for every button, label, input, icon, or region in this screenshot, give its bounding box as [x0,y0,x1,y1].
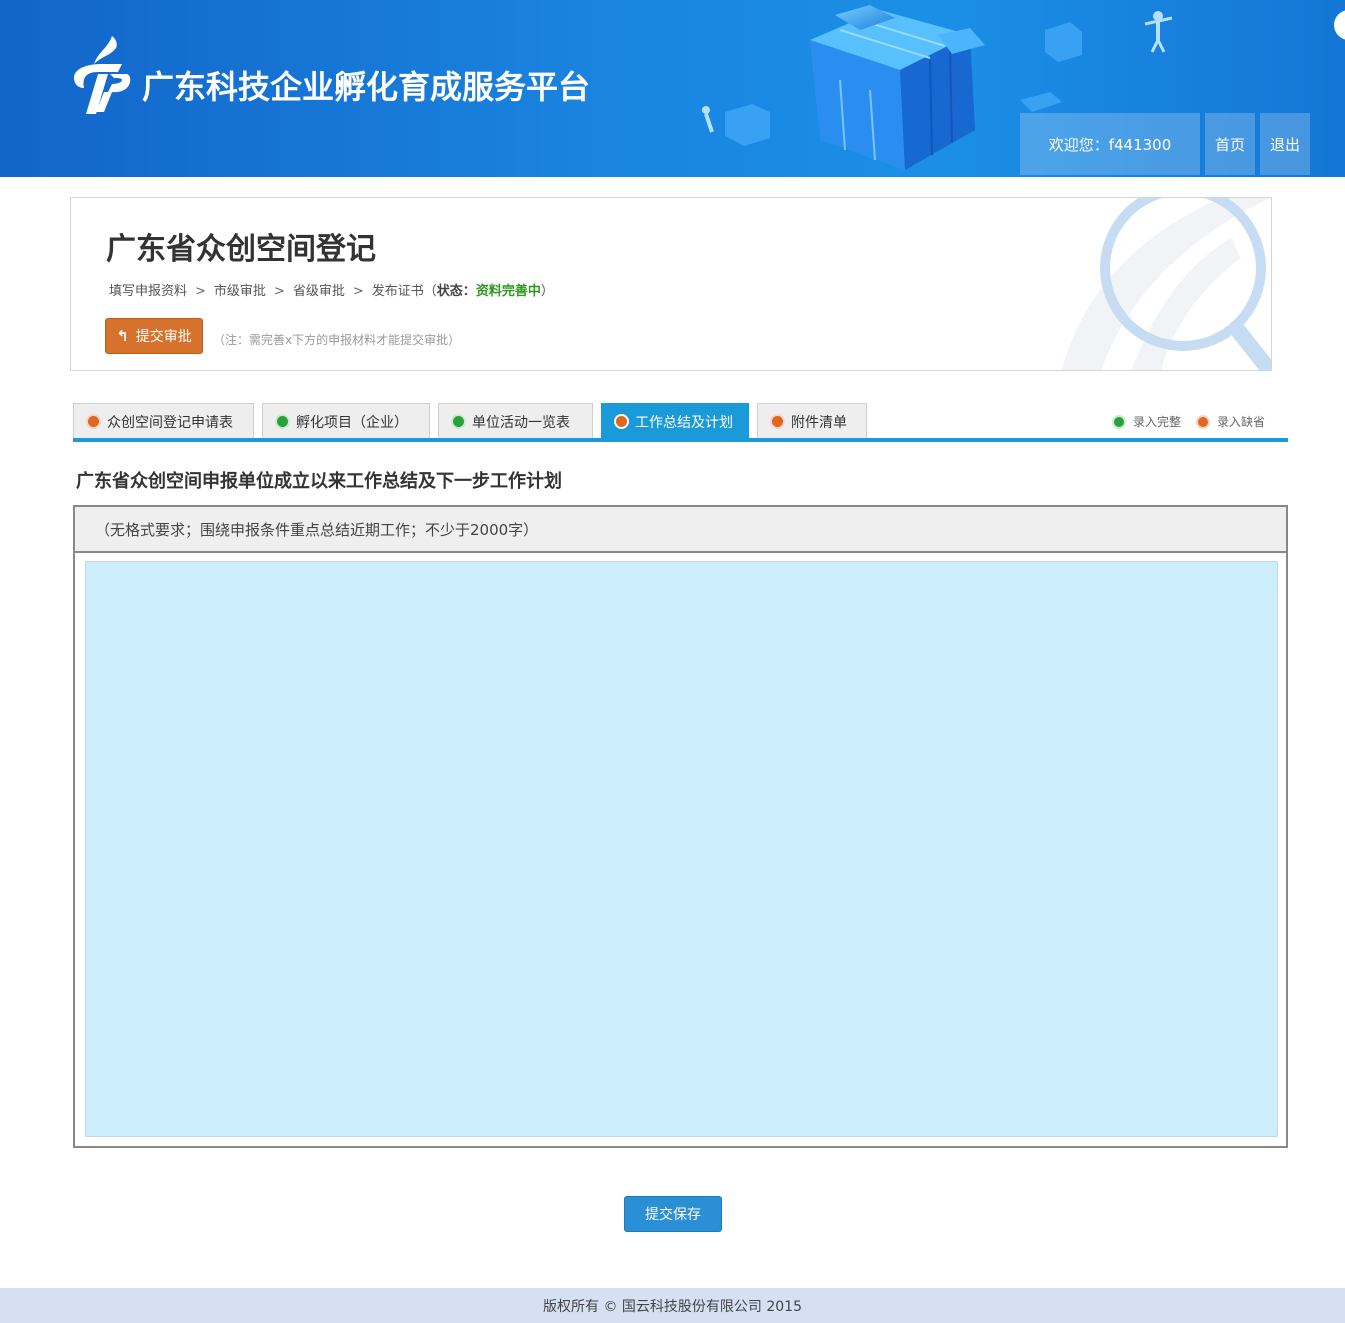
legend-complete-label: 录入完整 [1133,415,1182,429]
legend-missing: 录入缺省 [1198,413,1265,430]
tab-underline [73,438,1288,442]
tab-work-summary[interactable]: 工作总结及计划 [601,403,749,439]
tab-label: 附件清单 [791,414,847,431]
submit-approval-label: 提交审批 [135,329,192,345]
status-missing-icon [88,416,99,427]
status-complete-icon [277,416,288,427]
tab-registration-form[interactable]: 众创空间登记申请表 [73,403,254,439]
status-complete-icon [1114,416,1124,427]
footer-copyright: 版权所有 © 国云科技股份有限公司 2015 [0,1288,1345,1323]
tab-incubation-projects[interactable]: 孵化项目（企业） [262,403,430,439]
step-separator: > [273,284,285,299]
legend-missing-label: 录入缺省 [1217,415,1266,429]
status-value: 资料完善中 [475,284,541,299]
home-button[interactable]: 首页 [1205,113,1255,175]
submit-approval-button[interactable]: ↰ 提交审批 [105,318,203,354]
step-province-approval: 省级审批 [292,284,345,299]
registration-info-panel: 广东省众创空间登记 填写申报资料 > 市级审批 > 省级审批 > 发布证书（状态：资料完善中… [70,197,1272,371]
step-issue-certificate: 发布证书 [371,284,424,299]
status-complete-icon [453,416,464,427]
status-close-paren: ） [540,284,554,299]
step-separator: > [195,284,206,299]
status-missing-icon [772,416,783,427]
logout-button[interactable]: 退出 [1260,113,1310,175]
work-summary-textarea[interactable] [85,561,1278,1137]
section-title: 广东省众创空间申报单位成立以来工作总结及下一步工作计划 [76,471,562,492]
approval-steps: 填写申报资料 > 市级审批 > 省级审批 > 发布证书（状态：资料完善中） [109,280,554,299]
edge-decoration [1334,10,1345,40]
tab-label: 单位活动一览表 [472,414,570,431]
step-fill-data: 填写申报资料 [109,284,188,299]
status-missing-icon [616,416,627,427]
summary-form: （无格式要求；围绕申报条件重点总结近期工作；不少于2000字） [73,505,1288,1148]
welcome-user: 欢迎您：f441300 [1020,113,1200,175]
submit-note: （注：需完善x下方的申报材料才能提交审批） [213,333,461,347]
step-city-approval: 市级审批 [213,284,266,299]
status-open-paren: （ [423,284,437,299]
status-missing-icon [1198,416,1208,427]
step-separator: > [352,284,364,299]
upload-arrow-icon: ↰ [116,327,129,345]
platform-logo-icon [74,36,131,114]
status-label: 状态： [436,284,476,299]
page-title: 广东省众创空间登记 [106,232,376,267]
tab-label: 众创空间登记申请表 [107,414,233,431]
tab-label: 工作总结及计划 [635,414,733,431]
legend-complete: 录入完整 [1114,413,1181,430]
tab-unit-activities[interactable]: 单位活动一览表 [438,403,593,439]
submit-save-button[interactable]: 提交保存 [624,1196,722,1232]
form-hint: （无格式要求；围绕申报条件重点总结近期工作；不少于2000字） [75,507,1286,553]
magnifier-watermark-icon [1061,198,1271,370]
site-title: 广东科技企业孵化育成服务平台 [142,68,591,106]
tab-attachments[interactable]: 附件清单 [757,403,867,439]
site-header: 广东科技企业孵化育成服务平台 欢迎您：f441300 首页 退出 [0,0,1345,177]
tab-label: 孵化项目（企业） [296,414,408,431]
